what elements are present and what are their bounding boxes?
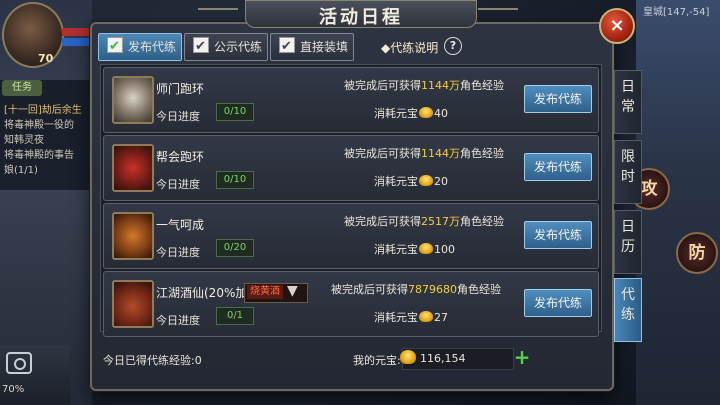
activity-name: 一气呵成 [156, 218, 205, 232]
wine-select-value: 烧黄酒 [247, 285, 283, 299]
list-item: 一气呵成 今日进度 0/20 被完成后可获得2517万角色经验 消耗元宝 100 … [103, 203, 599, 269]
quest-line[interactable]: 将毒神殿一役的 [4, 116, 74, 131]
progress-label: 今日进度 [156, 246, 200, 259]
quest-line[interactable]: 知韩灵夜 [4, 131, 44, 146]
map-coords: 皇城[147,-54] [643, 7, 710, 18]
ingot-icon [419, 243, 433, 254]
list-item: 江湖酒仙(20%加成) 烧黄酒 ▼ 今日进度 0/1 被完成后可获得787968… [103, 271, 599, 337]
quest-tab[interactable]: 任务 [2, 80, 42, 96]
ingot-label: 我的元宝: [353, 354, 401, 367]
side-tab-calendar[interactable]: 日历 [614, 210, 642, 274]
publish-button[interactable]: 发布代练 [524, 153, 592, 181]
tab-label: 发布代练 [128, 40, 177, 54]
tab-label: 公示代练 [214, 40, 263, 54]
reward-text: 被完成后可获得2517万角色经验 [344, 215, 504, 228]
exp-today: 今日已得代练经验:0 [103, 354, 202, 367]
activity-name: 帮会跑环 [156, 150, 205, 164]
cost-text: 消耗元宝 27 [374, 311, 448, 324]
dialog-title: 活动日程 [319, 7, 403, 28]
ingot-icon [400, 350, 416, 364]
master-icon [112, 76, 154, 124]
title-ornament [478, 8, 518, 20]
ingot-icon [419, 175, 433, 186]
check-icon [279, 34, 295, 60]
check-icon [107, 34, 123, 60]
reward-text: 被完成后可获得1144万角色经验 [344, 147, 504, 160]
chevron-down-icon: ▼ [287, 283, 298, 299]
side-tab-limited[interactable]: 限时 [614, 140, 642, 204]
check-icon [193, 34, 209, 60]
close-button[interactable]: × [599, 8, 635, 44]
progress-value: 0/20 [216, 239, 254, 257]
side-tab-daily[interactable]: 日常 [614, 70, 642, 134]
progress-label: 今日进度 [156, 110, 200, 123]
tab-label: 直接装填 [300, 40, 349, 54]
quest-line[interactable]: 娘(1/1) [4, 161, 38, 176]
title-ornament [198, 8, 238, 20]
list-item: 师门跑环 今日进度 0/10 被完成后可获得1144万角色经验 消耗元宝 40 发… [103, 67, 599, 133]
activity-name: 师门跑环 [156, 82, 205, 96]
ingot-value: 116,154 [420, 352, 466, 365]
guild-flag-icon [112, 144, 154, 192]
cost-text: 消耗元宝 40 [374, 107, 448, 120]
side-tab-proxy[interactable]: 代练 [614, 278, 642, 342]
progress-value: 0/10 [216, 171, 254, 189]
progress-label: 今日进度 [156, 314, 200, 327]
help-link[interactable]: ◆代练说明 [381, 39, 438, 56]
wine-select[interactable]: 烧黄酒 ▼ [244, 283, 308, 303]
list-item: 帮会跑环 今日进度 0/10 被完成后可获得1144万角色经验 消耗元宝 20 发… [103, 135, 599, 201]
tab-public[interactable]: 公示代练 [184, 33, 268, 61]
skill-defense-button[interactable]: 防 [676, 232, 718, 274]
progress-value: 0/10 [216, 103, 254, 121]
player-avatar[interactable] [2, 2, 64, 68]
publish-button[interactable]: 发布代练 [524, 221, 592, 249]
reward-text: 被完成后可获得1144万角色经验 [344, 79, 504, 92]
ingot-icon [419, 107, 433, 118]
bottom-status: 70% [2, 384, 25, 395]
progress-label: 今日进度 [156, 178, 200, 191]
dragon-icon [112, 212, 154, 260]
hp-mp-bars [62, 28, 92, 46]
add-ingot-button[interactable]: + [513, 347, 531, 367]
progress-value: 0/1 [216, 307, 254, 325]
player-level: 70 [38, 52, 54, 65]
camera-icon[interactable] [6, 352, 32, 374]
help-icon[interactable]: ? [444, 37, 462, 55]
tab-direct-fill[interactable]: 直接装填 [270, 33, 354, 61]
tab-publish[interactable]: 发布代练 [98, 33, 182, 61]
reward-text: 被完成后可获得7879680角色经验 [331, 283, 501, 296]
quest-line[interactable]: [十一回]劫后余生 [4, 101, 82, 116]
cost-text: 消耗元宝 100 [374, 243, 455, 256]
publish-button[interactable]: 发布代练 [524, 289, 592, 317]
title-bar: 活动日程 [245, 0, 477, 28]
cost-text: 消耗元宝 20 [374, 175, 448, 188]
quest-line[interactable]: 将毒神殿的事告 [4, 146, 74, 161]
ingot-icon [419, 311, 433, 322]
wine-jar-icon [112, 280, 154, 328]
publish-button[interactable]: 发布代练 [524, 85, 592, 113]
